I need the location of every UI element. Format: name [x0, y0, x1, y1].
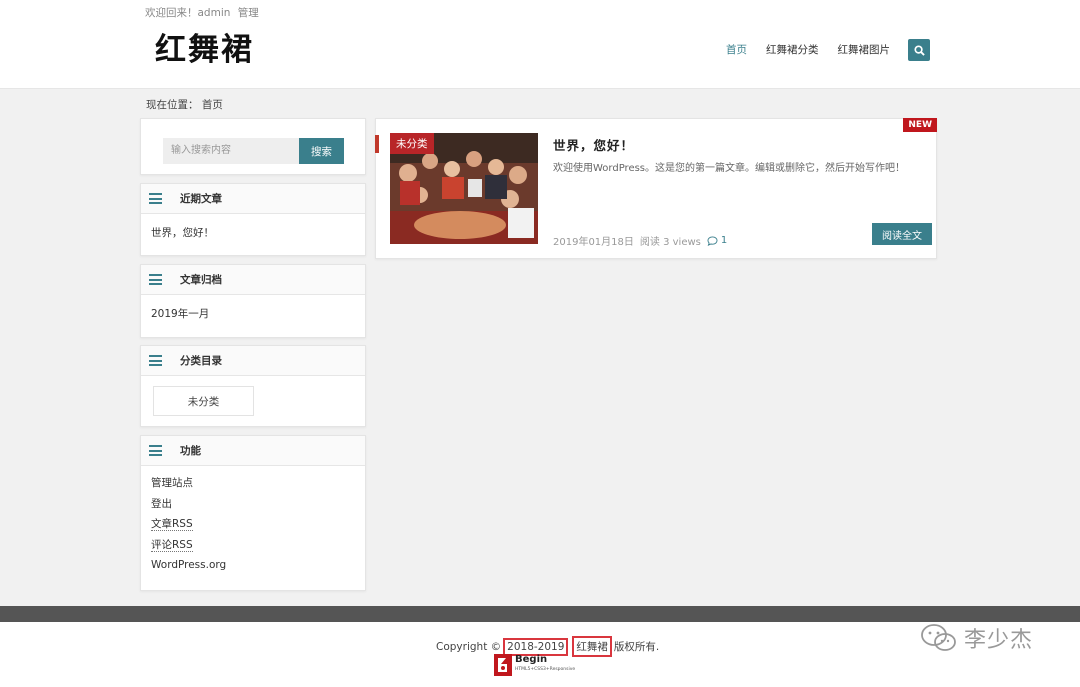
- post-card: 未分类 NEW 世界，您好！ 欢迎使用WordPress。这是您的第一篇文章。编…: [375, 118, 937, 259]
- copyright-suffix: 版权所有.: [613, 641, 660, 653]
- widget-header: 文章归档: [141, 265, 365, 295]
- wechat-icon: [921, 624, 956, 651]
- welcome-text: 欢迎回来！admin: [145, 7, 231, 19]
- post-category-badge[interactable]: 未分类: [390, 133, 434, 154]
- nav-item-home[interactable]: 首页: [726, 40, 747, 60]
- footer-bar: [0, 606, 1080, 622]
- comment-count-value: 1: [720, 235, 728, 246]
- post-marker: [375, 135, 379, 153]
- archive-widget: 文章归档 2019年一月: [140, 264, 366, 338]
- categories-widget: 分类目录 未分类: [140, 345, 366, 427]
- comment-count[interactable]: 1: [707, 235, 733, 246]
- widget-title: 分类目录: [180, 355, 222, 367]
- site-logo[interactable]: 红舞裙: [155, 24, 254, 69]
- begin-logo-text: Begin: [515, 654, 548, 665]
- footer-site-link[interactable]: 红舞裙: [572, 636, 612, 657]
- top-bar: 欢迎回来！admin 管理: [145, 5, 263, 20]
- new-badge: NEW: [903, 118, 937, 132]
- read-more-button[interactable]: 阅读全文: [872, 223, 932, 245]
- copyright-prefix: Copyright ©: [436, 640, 502, 653]
- menu-icon: [149, 445, 162, 456]
- widget-title: 功能: [180, 445, 201, 457]
- post-meta: 2019年01月18日 阅读 3 views 1: [553, 233, 739, 248]
- menu-icon: [149, 274, 162, 285]
- manage-link[interactable]: 管理: [238, 7, 259, 19]
- post-date: 2019年01月18日: [553, 237, 634, 248]
- menu-icon: [149, 355, 162, 366]
- widget-title: 文章归档: [180, 274, 222, 286]
- comment-icon: [707, 235, 718, 246]
- category-link[interactable]: 未分类: [153, 386, 254, 416]
- widget-title: 近期文章: [180, 193, 222, 205]
- search-icon: [913, 44, 925, 56]
- meta-link-comments-rss[interactable]: 评论RSS: [151, 538, 193, 552]
- recent-posts-widget: 近期文章 世界，您好！: [140, 183, 366, 256]
- widget-header: 分类目录: [141, 346, 365, 376]
- nav-item-category[interactable]: 红舞裙分类: [766, 40, 819, 60]
- search-submit-button[interactable]: 搜索: [299, 138, 344, 164]
- watermark-text: 李少杰: [964, 628, 1034, 653]
- main-nav: 首页 红舞裙分类 红舞裙图片: [707, 39, 930, 61]
- meta-widget: 功能 管理站点 登出 文章RSS 评论RSS WordPress.org: [140, 435, 366, 591]
- post-views: 阅读 3 views: [639, 237, 701, 248]
- nav-item-images[interactable]: 红舞裙图片: [838, 40, 891, 60]
- meta-link-wordpress[interactable]: WordPress.org: [151, 555, 355, 576]
- search-input[interactable]: 输入搜索内容: [163, 138, 299, 164]
- archive-link[interactable]: 2019年一月: [151, 304, 355, 324]
- wechat-watermark: 李少杰: [920, 622, 1033, 654]
- header-search-button[interactable]: [908, 39, 930, 61]
- search-widget: 输入搜索内容 搜索: [140, 118, 366, 175]
- begin-logo-subtext: HTML5+CSS3+Responsive: [515, 667, 576, 672]
- meta-link-entries-rss[interactable]: 文章RSS: [151, 518, 193, 531]
- begin-logo-icon: [494, 654, 512, 676]
- meta-link-logout[interactable]: 登出: [151, 494, 355, 515]
- widget-header: 功能: [141, 436, 365, 466]
- widget-header: 近期文章: [141, 184, 365, 214]
- post-title[interactable]: 世界，您好！: [553, 135, 634, 154]
- begin-theme-logo[interactable]: Begin HTML5+CSS3+Responsive: [494, 654, 575, 676]
- site-header: 欢迎回来！admin 管理 红舞裙 首页 红舞裙分类 红舞裙图片: [0, 0, 1080, 89]
- breadcrumb: 现在位置： 首页: [146, 99, 223, 111]
- site-footer: Copyright © 2018-2019 红舞裙 版权所有. Begin HT…: [0, 622, 1080, 687]
- menu-icon: [149, 193, 162, 204]
- meta-link-admin[interactable]: 管理站点: [151, 473, 355, 494]
- post-excerpt: 欢迎使用WordPress。这是您的第一篇文章。编辑或删除它，然后开始写作吧！: [553, 163, 906, 174]
- recent-post-link[interactable]: 世界，您好！: [151, 223, 355, 243]
- copyright-years: 2018-2019: [503, 637, 569, 656]
